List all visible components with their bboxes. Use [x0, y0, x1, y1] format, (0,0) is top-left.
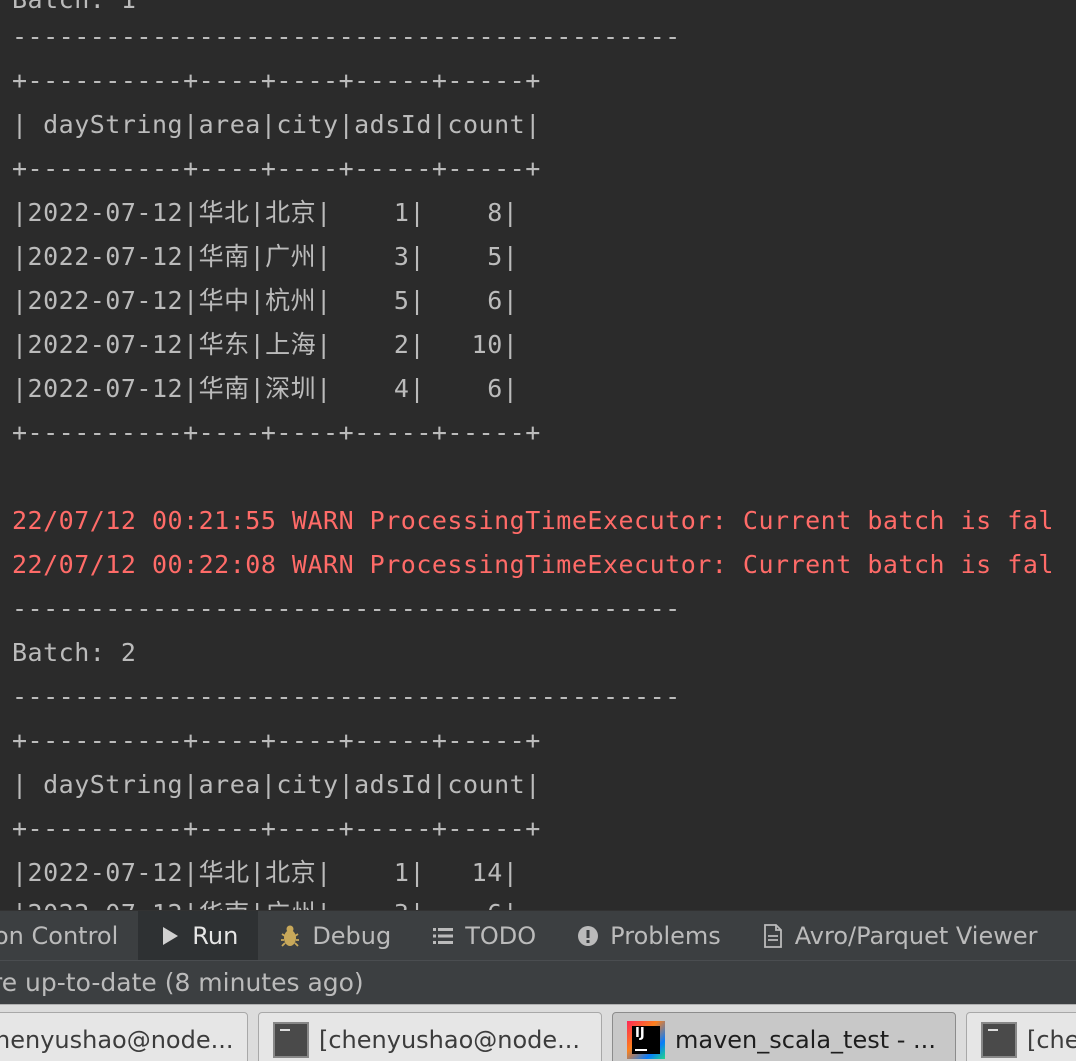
taskbar-item-intellij[interactable]: IJ maven_scala_test - ...: [612, 1012, 956, 1061]
console-line: +----------+----+----+-----+-----+: [12, 418, 541, 447]
status-bar: re up-to-date (8 minutes ago): [0, 960, 1076, 1005]
taskbar-item-terminal-3[interactable]: [che: [966, 1012, 1076, 1061]
console-warn-line: 22/07/12 00:22:08 WARN ProcessingTimeExe…: [12, 550, 1054, 579]
console-line: | dayString|area|city|adsId|count|: [12, 110, 541, 139]
tab-label: Problems: [610, 922, 721, 950]
alert-icon: [576, 924, 600, 948]
console-line: Batch: 2: [12, 638, 137, 667]
list-icon: [431, 924, 455, 948]
taskbar-item-label: [chenyushao@node...: [319, 1026, 581, 1054]
console-line: ----------------------------------------…: [12, 594, 681, 623]
console-line: +----------+----+----+-----+-----+: [12, 154, 541, 183]
console-line: |2022-07-12|华中|杭州| 5| 6|: [12, 286, 519, 315]
document-icon: [761, 924, 785, 948]
console-line: |2022-07-12|华北|北京| 1| 14|: [12, 858, 519, 887]
console-line: |2022-07-12|华东|上海| 2| 10|: [12, 330, 519, 359]
tab-version-control[interactable]: on Control: [0, 911, 138, 961]
tab-avro-parquet-viewer[interactable]: Avro/Parquet Viewer: [741, 911, 1058, 961]
tab-label: Avro/Parquet Viewer: [794, 922, 1038, 950]
taskbar-item-label: maven_scala_test - ...: [675, 1026, 936, 1054]
tab-label: Debug: [312, 922, 392, 950]
bug-icon: [278, 924, 302, 948]
console-line: | dayString|area|city|adsId|count|: [12, 770, 541, 799]
tab-run[interactable]: Run: [138, 911, 259, 961]
console-warn-line: 22/07/12 00:21:55 WARN ProcessingTimeExe…: [12, 506, 1054, 535]
console-line: |2022-07-12|华北|北京| 1| 8|: [12, 198, 519, 227]
console-line: +----------+----+----+-----+-----+: [12, 726, 541, 755]
tab-todo[interactable]: TODO: [411, 911, 556, 961]
tab-label: Run: [192, 922, 239, 950]
tool-window-bar: on Control Run Debug TODO Problems Avro/…: [0, 910, 1076, 961]
console-line: |2022-07-12|华南|广州| 3| 6|: [12, 892, 518, 910]
status-message[interactable]: re up-to-date (8 minutes ago): [0, 968, 364, 997]
terminal-icon: [273, 1022, 309, 1058]
taskbar-item-terminal-1[interactable]: henyushao@node...: [0, 1012, 248, 1061]
console-line: |2022-07-12|华南|广州| 3| 5|: [12, 242, 519, 271]
run-icon: [158, 924, 182, 948]
tab-debug[interactable]: Debug: [258, 911, 411, 961]
terminal-icon: [981, 1022, 1017, 1058]
console-line: ----------------------------------------…: [12, 22, 681, 51]
run-console-output[interactable]: Batch: 1 -------------------------------…: [0, 0, 1076, 910]
intellij-icon: IJ: [627, 1021, 665, 1059]
console-line: |2022-07-12|华南|深圳| 4| 6|: [12, 374, 519, 403]
console-line: +----------+----+----+-----+-----+: [12, 814, 541, 843]
taskbar-item-terminal-2[interactable]: [chenyushao@node...: [258, 1012, 602, 1061]
taskbar-item-label: henyushao@node...: [0, 1026, 234, 1054]
console-line: +----------+----+----+-----+-----+: [12, 66, 541, 95]
tab-terminal[interactable]: [1058, 911, 1076, 961]
console-line: ----------------------------------------…: [12, 682, 681, 711]
tab-label: on Control: [0, 922, 119, 950]
tab-label: TODO: [465, 922, 537, 950]
tab-problems[interactable]: Problems: [556, 911, 741, 961]
taskbar-item-label: [che: [1027, 1026, 1076, 1054]
os-taskbar: henyushao@node... [chenyushao@node... IJ…: [0, 1004, 1076, 1061]
